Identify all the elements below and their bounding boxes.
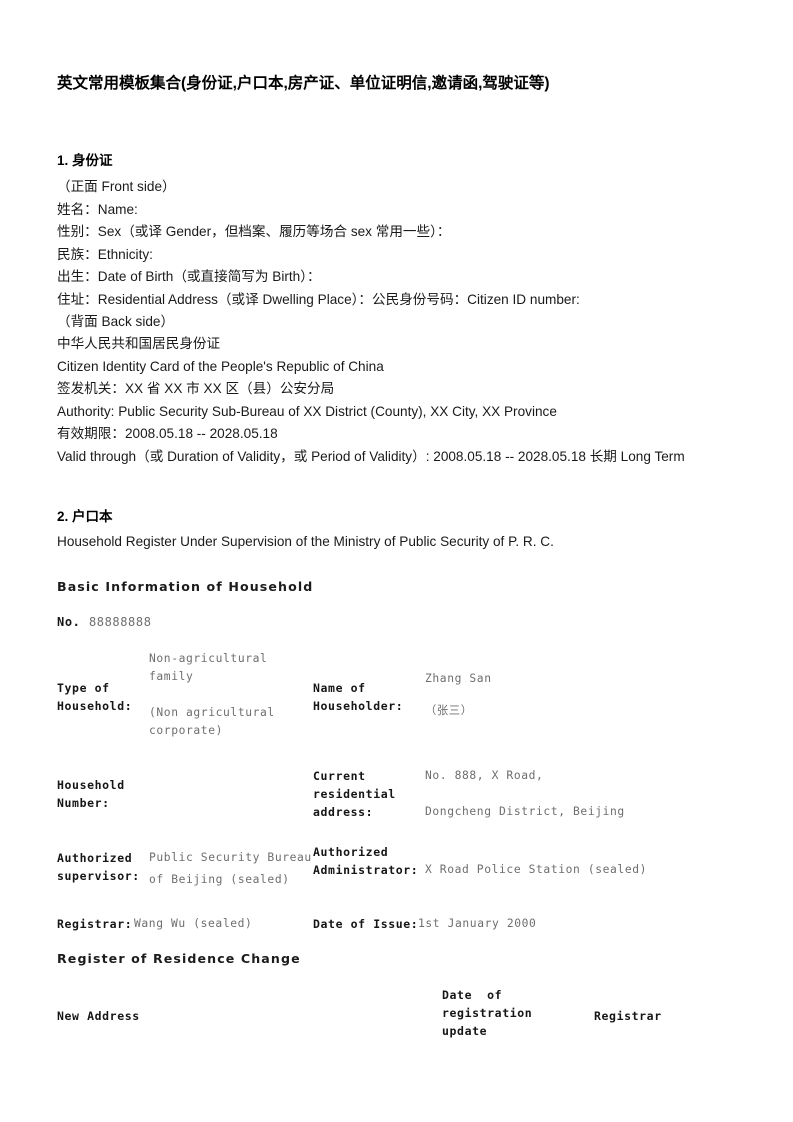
section-1-line-birth: 出生：Date of Birth（或直接简写为 Birth）： xyxy=(57,269,321,284)
name-of-householder-value-pinyin: Zhang San xyxy=(425,672,492,685)
current-residential-address-label: Current residential address: xyxy=(313,769,396,819)
basic-information-heading: Basic Information of Household xyxy=(57,579,314,594)
section-1-line-ethnicity: 民族：Ethnicity: xyxy=(57,247,153,262)
type-of-household-label: Type of Household: xyxy=(57,681,133,713)
section-1-line-front-side: （正面 Front side） xyxy=(57,179,176,194)
type-of-household-value-secondary: (Non agricultural corporate) xyxy=(149,706,275,737)
page-title: 英文常用模板集合(身份证,户口本,房产证、单位证明信,邀请函,驾驶证等) xyxy=(57,75,550,92)
section-2-subtitle: Household Register Under Supervision of … xyxy=(57,534,554,549)
name-of-householder-value-chinese: （张三） xyxy=(425,704,473,717)
document-page: 英文常用模板集合(身份证,户口本,房产证、单位证明信,邀请函,驾驶证等) 1. … xyxy=(0,0,793,1122)
register-of-residence-change-heading: Register of Residence Change xyxy=(57,951,301,966)
authorized-supervisor-value-line2: of Beijing (sealed) xyxy=(149,873,290,886)
section-1-line-address: 住址：Residential Address（或译 Dwelling Place… xyxy=(57,292,580,307)
section-1-line-card-name-cn: 中华人民共和国居民身份证 xyxy=(57,336,221,351)
section-1-line-card-name-en: Citizen Identity Card of the People's Re… xyxy=(57,359,384,374)
section-1-line-validity-cn: 有效期限：2008.05.18 -- 2028.05.18 xyxy=(57,426,278,441)
current-residential-address-value-line1: No. 888, X Road, xyxy=(425,769,544,782)
section-1-line-validity-en: Valid through（或 Duration of Validity，或 P… xyxy=(57,449,685,464)
date-of-issue-value: 1st January 2000 xyxy=(418,917,537,930)
household-number-label: Household Number: xyxy=(57,778,125,810)
authorized-administrator-label: Authorized Administrator: xyxy=(313,845,419,877)
registrar-value: Wang Wu (sealed) xyxy=(134,917,253,930)
household-no-row: No. 88888888 xyxy=(57,613,152,631)
current-residential-address-value-line2: Dongcheng District, Beijing xyxy=(425,805,625,818)
section-1-line-authority-en: Authority: Public Security Sub-Bureau of… xyxy=(57,404,557,419)
authorized-supervisor-label: Authorized supervisor: xyxy=(57,851,140,883)
section-1-line-name: 姓名：Name: xyxy=(57,202,138,217)
new-address-header: New Address xyxy=(57,1009,140,1023)
date-of-registration-update-header: Date of registration update xyxy=(442,988,533,1038)
date-of-issue-label: Date of Issue: xyxy=(313,917,419,931)
section-1-heading: 1. 身份证 xyxy=(57,153,113,168)
registrar-column-header: Registrar xyxy=(594,1009,662,1023)
section-1-line-back-side: （背面 Back side） xyxy=(57,314,175,329)
section-1-line-sex: 性别：Sex（或译 Gender，但档案、履历等场合 sex 常用一些）： xyxy=(57,224,451,239)
name-of-householder-label: Name of Householder: xyxy=(313,681,404,713)
registrar-label: Registrar: xyxy=(57,917,133,931)
household-no-label: No. xyxy=(57,615,81,629)
type-of-household-value-primary: Non-agricultural family xyxy=(149,652,268,683)
section-1-line-authority-cn: 签发机关：XX 省 XX 市 XX 区（县）公安分局 xyxy=(57,381,335,396)
section-2-heading: 2. 户口本 xyxy=(57,509,113,524)
authorized-supervisor-value-line1: Public Security Bureau xyxy=(149,851,312,864)
household-no-value: 88888888 xyxy=(88,615,152,629)
authorized-administrator-value: X Road Police Station (sealed) xyxy=(425,863,648,876)
